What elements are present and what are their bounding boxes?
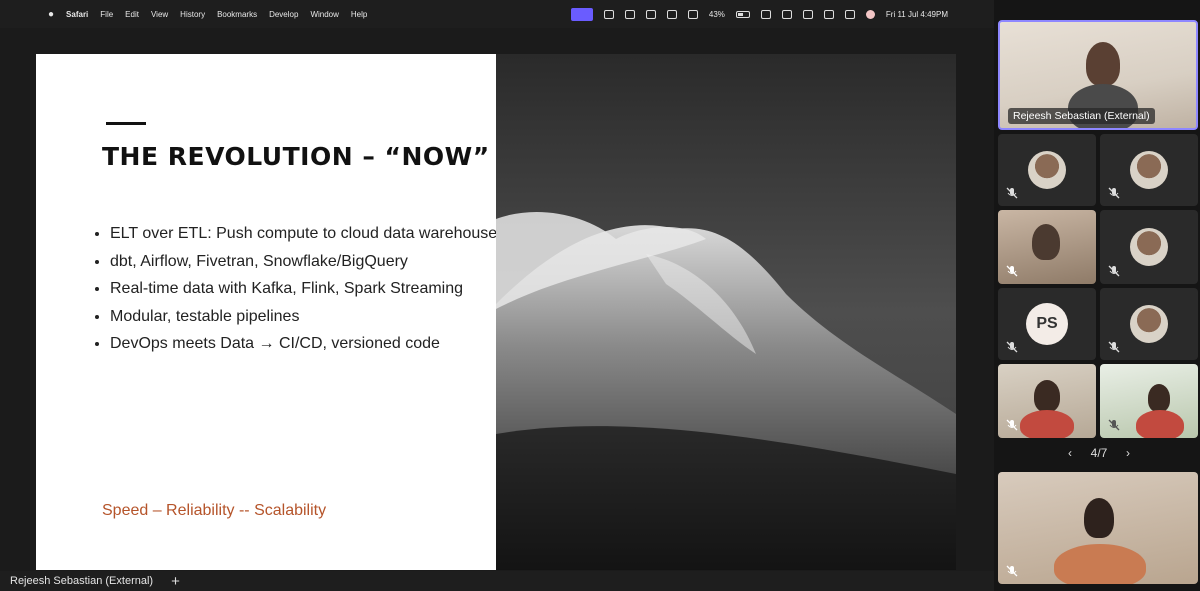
plus-icon[interactable]: + xyxy=(171,574,180,589)
mountain-illustration xyxy=(496,54,956,570)
menu-history[interactable]: History xyxy=(180,10,205,19)
participant-body xyxy=(1136,410,1184,438)
chevron-right-icon[interactable]: › xyxy=(1126,446,1130,460)
mic-muted-icon xyxy=(1006,187,1018,199)
menu-view[interactable]: View xyxy=(151,10,168,19)
participant-head xyxy=(1032,224,1060,260)
participant-avatar xyxy=(1130,305,1168,343)
participant-tile[interactable] xyxy=(1100,134,1198,206)
slide-bullet: dbt, Airflow, Fivetran, Snowflake/BigQue… xyxy=(110,248,510,276)
presenter-name: Rejeesh Sebastian (External) xyxy=(10,575,154,587)
apple-menu-icon[interactable]: ● xyxy=(48,9,54,20)
moon-icon[interactable] xyxy=(760,9,771,19)
shared-screen: THE REVOLUTION – “NOW” ELT over ETL: Pus… xyxy=(0,28,994,571)
slide-bullet: Real-time data with Kafka, Flink, Spark … xyxy=(110,275,510,303)
participant-tile[interactable] xyxy=(1100,288,1198,360)
participant-tile[interactable]: PS xyxy=(998,288,1096,360)
slide-bullet-list: ELT over ETL: Push compute to cloud data… xyxy=(88,220,510,358)
shield-icon[interactable] xyxy=(624,9,635,19)
mic-muted-icon xyxy=(1108,265,1120,277)
participant-video-tile[interactable] xyxy=(998,210,1096,284)
participant-avatar xyxy=(1130,151,1168,189)
participant-head xyxy=(1086,42,1120,86)
participant-body xyxy=(1020,410,1074,438)
participant-name-label: Rejeesh Sebastian (External) xyxy=(1008,108,1155,124)
slide-bullet: ELT over ETL: Push compute to cloud data… xyxy=(110,220,510,248)
participant-head xyxy=(1084,498,1114,538)
menu-help[interactable]: Help xyxy=(351,10,367,19)
self-view-tile[interactable] xyxy=(998,472,1198,584)
mic-muted-icon xyxy=(1006,341,1018,353)
participant-head xyxy=(1148,384,1170,412)
mic-muted-icon xyxy=(1108,187,1120,199)
presenter-bar: Rejeesh Sebastian (External) + xyxy=(0,571,994,591)
participant-body xyxy=(1054,544,1146,584)
participant-head xyxy=(1034,380,1060,412)
participant-video-tile[interactable] xyxy=(998,364,1096,438)
user-icon[interactable] xyxy=(802,9,813,19)
slide-text-panel: THE REVOLUTION – “NOW” ELT over ETL: Pus… xyxy=(36,54,505,570)
window-icon[interactable] xyxy=(603,9,614,19)
mic-muted-icon xyxy=(1108,341,1120,353)
menu-file[interactable]: File xyxy=(100,10,113,19)
mountain-photo xyxy=(496,54,956,570)
featured-participant-tile[interactable]: Rejeesh Sebastian (External) xyxy=(998,20,1198,130)
slide-bullet: DevOps meets Data → CI/CD, versioned cod… xyxy=(110,330,510,358)
participant-tile[interactable] xyxy=(1100,210,1198,284)
keyboard-icon[interactable] xyxy=(781,9,792,19)
menu-develop[interactable]: Develop xyxy=(269,10,298,19)
grid-icon[interactable] xyxy=(666,9,677,19)
participant-avatar xyxy=(1130,228,1168,266)
control-center-icon[interactable] xyxy=(844,9,855,19)
mic-muted-icon xyxy=(1006,419,1018,431)
slide-tagline: Speed – Reliability -- Scalability xyxy=(102,502,327,519)
participant-avatar xyxy=(1028,151,1066,189)
mic-muted-icon xyxy=(1006,565,1018,577)
macos-menu-bar: ● Safari File Edit View History Bookmark… xyxy=(0,0,994,28)
chevron-left-icon[interactable]: ‹ xyxy=(1068,446,1072,460)
pager-label: 4/7 xyxy=(1090,446,1108,460)
participant-pager: ‹ 4/7 › xyxy=(1068,446,1130,460)
slide-title: THE REVOLUTION – “NOW” xyxy=(102,142,490,171)
title-rule xyxy=(106,122,146,125)
recording-dot-icon[interactable] xyxy=(865,9,875,19)
participant-initials: PS xyxy=(1026,303,1068,345)
wifi-icon[interactable] xyxy=(823,9,834,19)
participant-tile[interactable] xyxy=(998,134,1096,206)
screen-share-icon[interactable] xyxy=(570,7,593,21)
menu-edit[interactable]: Edit xyxy=(125,10,139,19)
menu-bookmarks[interactable]: Bookmarks xyxy=(217,10,257,19)
battery-percent: 43% xyxy=(708,9,725,19)
slide-bullet: Modular, testable pipelines xyxy=(110,303,510,331)
participant-video-tile[interactable] xyxy=(1100,364,1198,438)
mic-muted-icon xyxy=(1006,265,1018,277)
mic-muted-icon xyxy=(1108,419,1120,431)
battery-icon[interactable] xyxy=(735,10,750,18)
menu-window[interactable]: Window xyxy=(310,10,338,19)
menu-app-name[interactable]: Safari xyxy=(66,10,88,19)
menu-datetime[interactable]: Fri 11 Jul 4:49PM xyxy=(886,10,948,19)
rectangle-icon[interactable] xyxy=(687,9,698,19)
refresh-icon[interactable] xyxy=(645,9,656,19)
